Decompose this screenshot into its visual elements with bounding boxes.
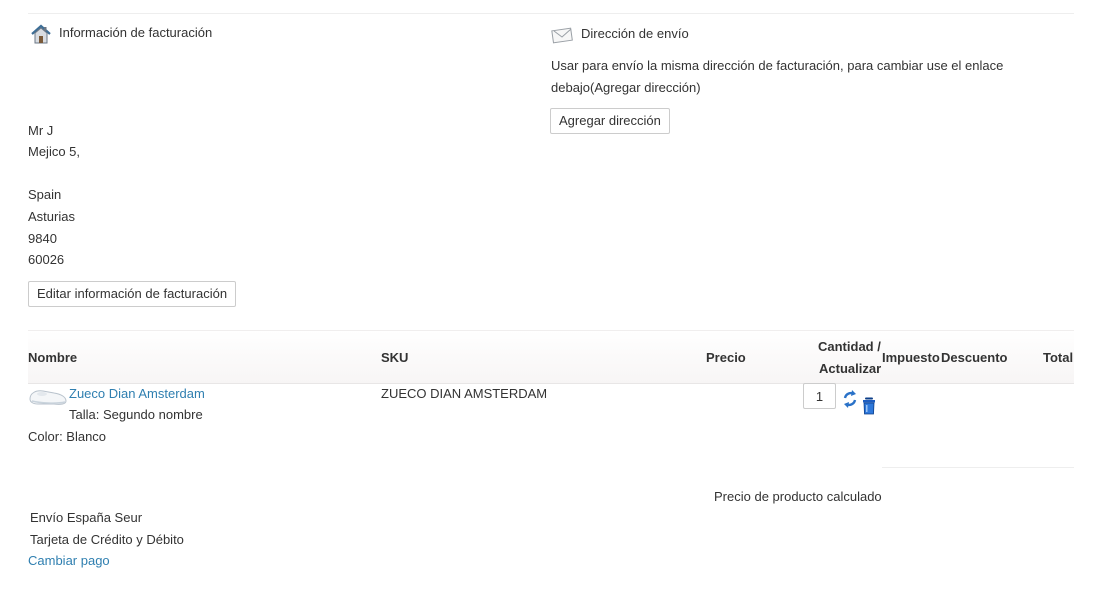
column-header-total: Total	[1043, 350, 1074, 365]
billing-address-line: Mejico 5,	[28, 144, 81, 159]
product-color: Color: Blanco	[28, 429, 107, 444]
refresh-icon[interactable]	[842, 389, 858, 411]
billing-address-line: Spain	[28, 187, 62, 202]
product-sku: ZUECO DIAN AMSTERDAM	[381, 386, 548, 401]
payment-method: Tarjeta de Crédito y Débito	[30, 532, 184, 547]
envelope-icon	[551, 26, 573, 44]
product-size: Talla: Segundo nombre	[69, 407, 203, 422]
billing-address-line: Asturias	[28, 209, 75, 224]
column-header-quantity: Cantidad /	[818, 339, 881, 354]
quantity-input[interactable]	[803, 383, 836, 409]
shipping-title: Dirección de envío	[581, 26, 689, 41]
add-address-button[interactable]: Agregar dirección	[550, 108, 670, 134]
product-name-link[interactable]: Zueco Dian Amsterdam	[69, 385, 205, 403]
change-payment-link[interactable]: Cambiar pago	[28, 552, 110, 570]
column-header-tax: Impuesto	[882, 350, 940, 365]
column-header-discount: Descuento	[941, 350, 1008, 365]
shipping-note-line: Usar para envío la misma dirección de fa…	[551, 58, 1004, 73]
billing-title: Información de facturación	[59, 25, 213, 40]
summary-divider	[882, 467, 1074, 468]
billing-address-line: 9840	[28, 231, 57, 246]
billing-address-line: Mr J	[28, 123, 54, 138]
column-header-update: Actualizar	[819, 361, 882, 376]
column-header-price: Precio	[706, 350, 746, 365]
trash-icon[interactable]	[862, 397, 876, 415]
edit-billing-button[interactable]: Editar información de facturación	[28, 281, 237, 307]
product-thumbnail[interactable]	[28, 383, 68, 409]
billing-address-line: 60026	[28, 252, 65, 267]
column-header-sku: SKU	[381, 350, 409, 365]
shipping-note-line: debajo(Agregar dirección)	[551, 80, 701, 95]
price-calculated-label: Precio de producto calculado	[714, 489, 882, 504]
top-divider	[28, 13, 1074, 14]
column-header-name: Nombre	[28, 350, 78, 365]
house-icon	[30, 23, 52, 45]
shipping-method: Envío España Seur	[30, 510, 143, 525]
